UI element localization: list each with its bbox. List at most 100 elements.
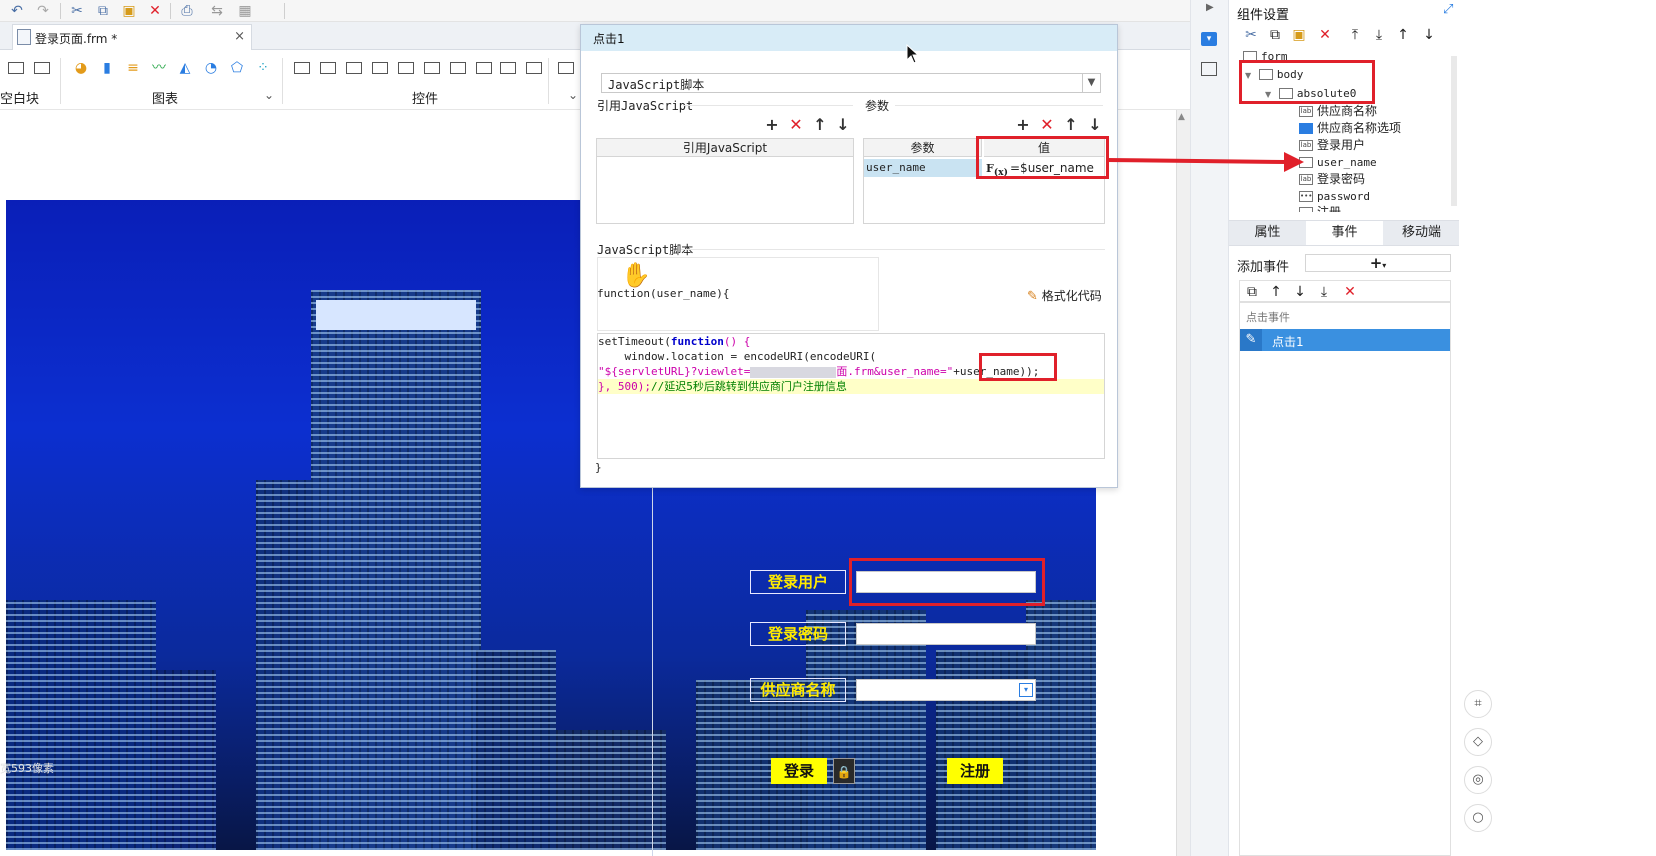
copy-icon[interactable]: ⧉ xyxy=(1244,284,1260,300)
layout-block-icon[interactable] xyxy=(8,62,24,74)
redo-icon[interactable]: ↷ xyxy=(34,2,52,20)
move-up-icon[interactable]: ↑ xyxy=(1268,284,1284,300)
register-button[interactable]: 注册 xyxy=(947,758,1003,784)
eraser-icon[interactable]: ◇ xyxy=(1464,728,1492,756)
move-bottom-icon[interactable]: ⤓ xyxy=(1316,284,1332,300)
expand-icon[interactable]: ⤢ xyxy=(1443,2,1453,17)
copy-icon[interactable]: ⧉ xyxy=(94,2,112,20)
more-tools-icon[interactable]: ○ xyxy=(1464,804,1492,832)
gauge-chart-icon[interactable]: ◔ xyxy=(202,60,220,76)
combo-widget-icon[interactable] xyxy=(372,62,388,74)
move-top-icon[interactable]: ⤒ xyxy=(1347,27,1363,43)
tree-node-login-password[interactable]: lab 登录密码 xyxy=(1299,171,1365,188)
tree-node-user-name[interactable]: user_name xyxy=(1299,154,1377,171)
search-widget-icon[interactable] xyxy=(558,62,574,74)
shape-icon[interactable]: ◎ xyxy=(1464,766,1492,794)
param-name-cell[interactable]: user_name xyxy=(864,159,982,177)
combo-dropdown-icon[interactable]: ▾ xyxy=(1019,683,1033,697)
layout-panel-icon[interactable] xyxy=(1201,62,1217,76)
radar-chart-icon[interactable]: ⬠ xyxy=(228,60,246,76)
tree-node-login-user[interactable]: lab 登录用户 xyxy=(1299,137,1365,154)
edit-icon[interactable]: ✎ xyxy=(1240,329,1262,351)
textarea-widget-icon[interactable] xyxy=(398,62,414,74)
scatter-chart-icon[interactable]: ⁘ xyxy=(254,60,272,76)
delete-icon[interactable]: ✕ xyxy=(1342,284,1358,300)
event-category-label: 点击事件 xyxy=(1246,311,1290,324)
tower-crown-shape xyxy=(316,300,476,330)
event-item[interactable]: ✎ 点击1 xyxy=(1240,329,1450,351)
grid-icon[interactable]: ▦ xyxy=(236,2,254,20)
code-editor[interactable]: setTimeout(function() { window.location … xyxy=(597,333,1105,459)
format-code-button[interactable]: ✎ 格式化代码 xyxy=(1027,287,1102,304)
tab-block-icon[interactable] xyxy=(34,62,50,74)
close-tab-button[interactable]: × xyxy=(234,29,245,44)
remove-param-icon[interactable]: ✕ xyxy=(1039,117,1055,133)
script-type-select[interactable]: JavaScript脚本 ▼ xyxy=(601,73,1101,93)
tree-node-partial[interactable]: 注册 xyxy=(1299,204,1341,212)
date-widget-icon[interactable] xyxy=(424,62,440,74)
dialog-title-bar[interactable]: 点击1 xyxy=(581,25,1117,51)
tab-events[interactable]: 事件 xyxy=(1306,221,1383,245)
add-ref-js-icon[interactable]: + xyxy=(764,117,780,133)
button-widget-icon[interactable] xyxy=(294,62,310,74)
move-down-icon[interactable]: ↓ xyxy=(835,117,851,133)
copy-icon[interactable]: ⧉ xyxy=(1267,27,1283,43)
move-up-icon[interactable]: ↑ xyxy=(1395,27,1411,43)
tab-properties[interactable]: 属性 xyxy=(1229,221,1306,245)
move-down-icon[interactable]: ↓ xyxy=(1421,27,1437,43)
code-line: setTimeout(function() { xyxy=(598,335,751,348)
supplier-name-combo[interactable]: ▾ xyxy=(856,679,1036,701)
cut-icon[interactable]: ✂ xyxy=(68,2,86,20)
tab-mobile[interactable]: 移动端 xyxy=(1383,221,1460,245)
undo-icon[interactable]: ↶ xyxy=(8,2,26,20)
line-chart-icon[interactable]: 〰 xyxy=(150,60,168,76)
login-password-label[interactable]: 登录密码 xyxy=(750,622,846,646)
delete-icon[interactable]: ✕ xyxy=(1317,27,1333,43)
login-button[interactable]: 登录 xyxy=(771,758,827,784)
hbar-chart-icon[interactable]: ≡ xyxy=(124,60,142,76)
canvas-scrollbar[interactable] xyxy=(1176,110,1190,856)
swap-icon[interactable]: ⇆ xyxy=(208,2,226,20)
preview-icon[interactable]: ⎙ xyxy=(178,2,196,20)
widget-group-chevron-icon[interactable]: ⌄ xyxy=(568,88,578,102)
add-event-button[interactable]: +▾ xyxy=(1305,254,1451,272)
move-down-icon[interactable]: ↓ xyxy=(1087,117,1103,133)
label-widget-icon[interactable] xyxy=(320,62,336,74)
checkbox-widget-icon[interactable] xyxy=(500,62,516,74)
delete-icon[interactable]: ✕ xyxy=(146,2,164,20)
move-down-icon[interactable]: ↓ xyxy=(1292,284,1308,300)
ref-js-grid[interactable]: 引用JavaScript xyxy=(596,138,854,224)
move-bottom-icon[interactable]: ⤓ xyxy=(1371,27,1387,43)
scroll-up-icon[interactable]: ▲ xyxy=(1178,112,1185,122)
login-user-label[interactable]: 登录用户 xyxy=(750,570,846,594)
chevron-down-icon[interactable]: ▼ xyxy=(1082,74,1100,92)
list-widget-icon[interactable] xyxy=(476,62,492,74)
collapse-panel-icon[interactable]: ▶ xyxy=(1206,2,1214,13)
component-panel-icon[interactable]: ▾ xyxy=(1201,32,1217,46)
bar-chart-icon[interactable]: ▮ xyxy=(98,60,116,76)
password-input[interactable] xyxy=(856,623,1036,645)
textbox-widget-icon[interactable] xyxy=(346,62,362,74)
cut-icon[interactable]: ✂ xyxy=(1243,27,1259,43)
file-tab[interactable]: 登录页面.frm * × xyxy=(12,24,252,50)
button-widget-icon xyxy=(1299,207,1313,212)
move-up-icon[interactable]: ↑ xyxy=(1063,117,1079,133)
move-up-icon[interactable]: ↑ xyxy=(812,117,828,133)
number-widget-icon[interactable] xyxy=(450,62,466,74)
pie-chart-icon[interactable]: ◕ xyxy=(72,60,90,76)
area-chart-icon[interactable]: ◭ xyxy=(176,60,194,76)
tree-scrollbar[interactable] xyxy=(1451,56,1457,206)
remove-ref-js-icon[interactable]: ✕ xyxy=(788,117,804,133)
crop-icon[interactable]: ⌗ xyxy=(1464,690,1492,718)
tree-node-password[interactable]: ••• password xyxy=(1299,188,1370,205)
paste-icon[interactable]: ▣ xyxy=(1291,27,1307,43)
chart-group-chevron-icon[interactable]: ⌄ xyxy=(264,88,274,102)
tree-node-supplier-options[interactable]: 供应商名称选项 xyxy=(1299,120,1401,137)
supplier-name-label[interactable]: 供应商名称 xyxy=(750,678,846,702)
radio-widget-icon[interactable] xyxy=(526,62,542,74)
paste-icon[interactable]: ▣ xyxy=(120,2,138,20)
event-toolbar: ⧉ ↑ ↓ ⤓ ✕ xyxy=(1239,280,1451,302)
add-param-icon[interactable]: + xyxy=(1015,117,1031,133)
tree-node-supplier-name[interactable]: lab 供应商名称 xyxy=(1299,103,1377,120)
dialog-title: 点击1 xyxy=(593,32,625,46)
